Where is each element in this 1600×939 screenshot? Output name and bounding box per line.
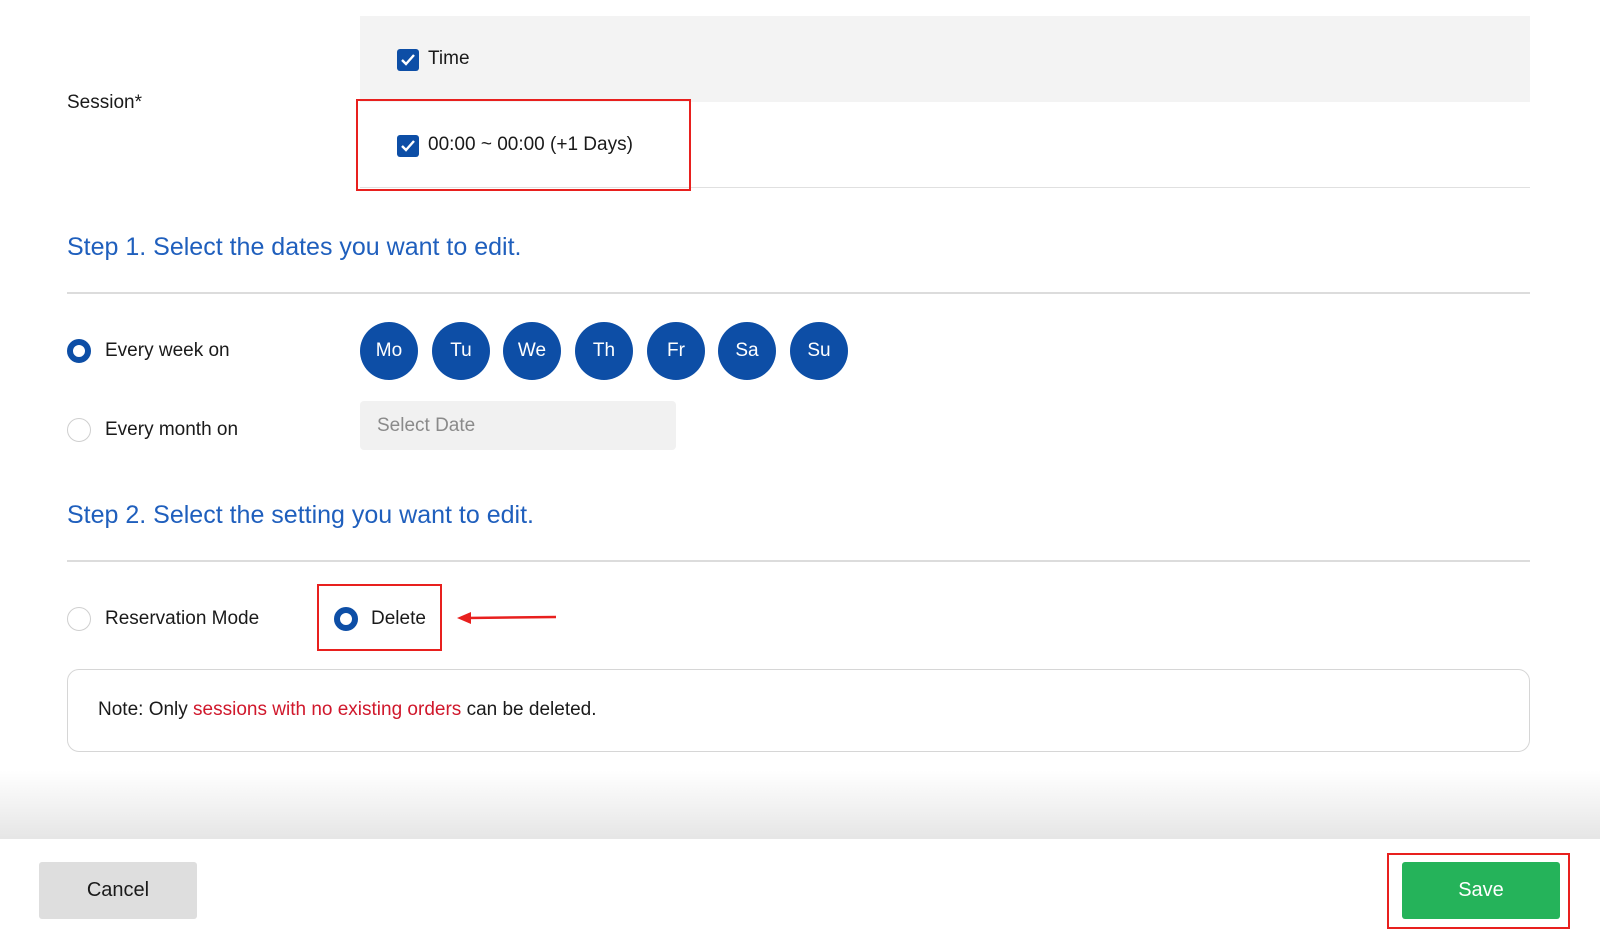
- note-highlight: sessions with no existing orders: [193, 699, 462, 720]
- day-wednesday[interactable]: We: [503, 322, 561, 380]
- delete-note: Note: Only sessions with no existing ord…: [67, 669, 1530, 752]
- time-column-label: Time: [428, 48, 470, 69]
- day-saturday[interactable]: Sa: [718, 322, 776, 380]
- step2-divider: [67, 560, 1530, 562]
- every-month-radio[interactable]: [67, 418, 91, 442]
- check-icon: [401, 54, 415, 66]
- select-all-time-checkbox[interactable]: [397, 49, 419, 71]
- step1-divider: [67, 292, 1530, 294]
- annotation-box-session: [356, 99, 691, 191]
- day-thursday[interactable]: Th: [575, 322, 633, 380]
- day-tuesday[interactable]: Tu: [432, 322, 490, 380]
- select-date-input[interactable]: Select Date: [360, 401, 676, 450]
- note-suffix: can be deleted.: [461, 699, 597, 720]
- every-week-label: Every week on: [105, 340, 230, 361]
- session-table-header: Time: [360, 16, 1530, 102]
- annotation-box-save: [1387, 853, 1570, 929]
- footer-shadow: [0, 770, 1600, 840]
- reservation-mode-label: Reservation Mode: [105, 608, 260, 629]
- note-prefix: Note: Only: [98, 699, 194, 720]
- step1-title: Step 1. Select the dates you want to edi…: [67, 233, 522, 261]
- cancel-button[interactable]: Cancel: [39, 862, 197, 919]
- reservation-mode-radio[interactable]: [67, 607, 91, 631]
- day-friday[interactable]: Fr: [647, 322, 705, 380]
- session-label: Session*: [67, 92, 142, 113]
- every-month-label: Every month on: [105, 419, 239, 440]
- step2-title: Step 2. Select the setting you want to e…: [67, 501, 534, 529]
- annotation-box-delete: [317, 584, 442, 651]
- day-sunday[interactable]: Su: [790, 322, 848, 380]
- footer-bar: [0, 839, 1600, 939]
- day-monday[interactable]: Mo: [360, 322, 418, 380]
- annotation-arrow-icon: [457, 612, 557, 624]
- every-week-radio[interactable]: [67, 339, 91, 363]
